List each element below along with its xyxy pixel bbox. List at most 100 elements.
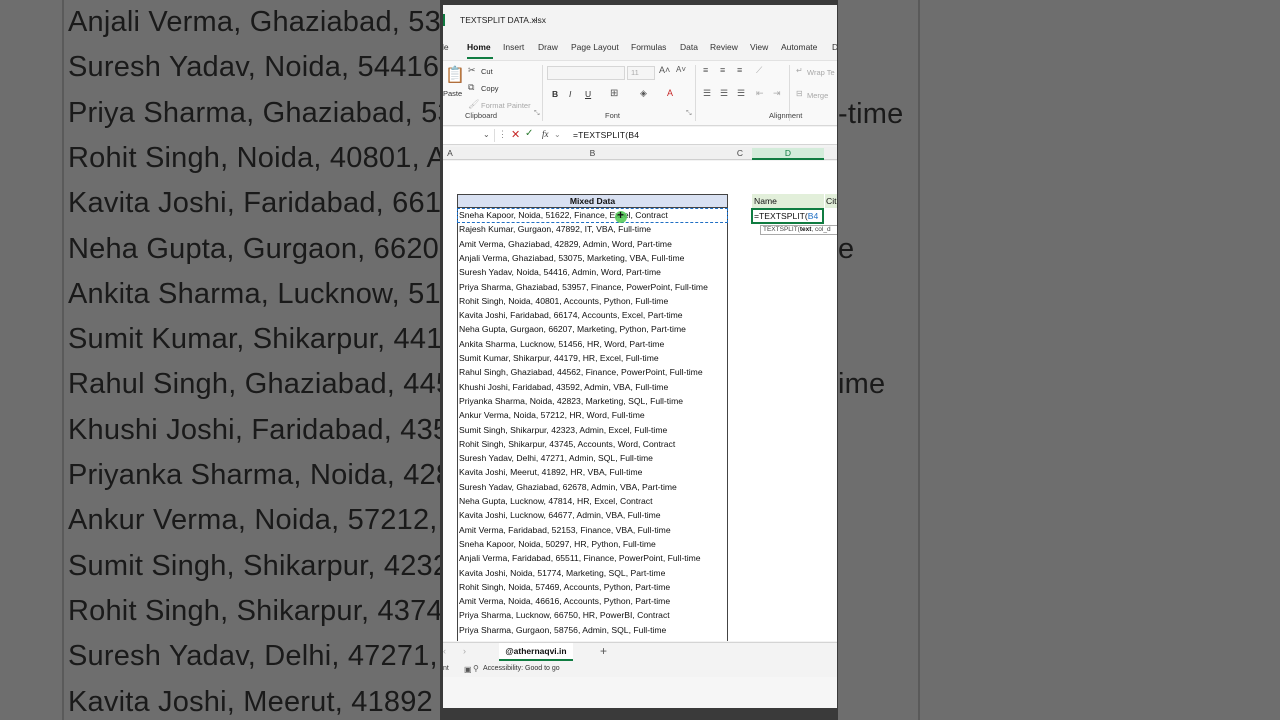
function-tooltip[interactable]: TEXTSPLIT(text, col_d [760,225,837,235]
table-cell[interactable]: Amit Verma, Ghaziabad, 42829, Admin, Wor… [457,237,728,251]
table-cell[interactable]: Rohit Singh, Shikarpur, 43745, Accounts,… [457,437,728,451]
align-middle-icon[interactable]: ≡ [720,65,725,75]
scissors-icon[interactable]: ✂ [468,65,476,76]
table-cell[interactable]: Amit Verma, Faridabad, 52153, Finance, V… [457,523,728,537]
cut-button[interactable]: Cut [481,67,493,76]
tab-page-layout[interactable]: Page Layout [571,42,619,52]
align-right-icon[interactable]: ☰ [737,88,745,99]
column-header-b[interactable]: B [457,148,728,158]
table-cell[interactable]: Kavita Joshi, Lucknow, 64677, Admin, VBA… [457,508,728,522]
table-cell[interactable]: Rohit Singh, Noida, 57469, Accounts, Pyt… [457,580,728,594]
table-header-mixed-data[interactable]: Mixed Data [457,194,728,208]
table-cell[interactable]: Priya Sharma, Ghaziabad, 53957, Finance,… [457,280,728,294]
format-painter-button[interactable]: Format Painter [481,101,531,110]
tab-home[interactable]: Home [467,42,491,52]
increase-indent-icon[interactable]: ⇥ [773,88,781,99]
formula-input[interactable]: =TEXTSPLIT(B4 [573,130,639,140]
orientation-icon[interactable]: ⟋ [756,65,762,76]
table-cell[interactable]: Ankita Sharma, Lucknow, 51456, HR, Word,… [457,337,728,351]
insert-function-icon[interactable]: fx [542,129,549,139]
fill-color-icon[interactable]: ◈ [640,88,647,99]
accessibility-status[interactable]: Accessibility: Good to go [483,665,560,672]
chevron-right-icon[interactable]: › [463,646,466,656]
tab-file[interactable]: le [443,42,449,52]
table-cell[interactable]: Rajesh Kumar, Gurgaon, 47892, IT, VBA, F… [457,222,728,236]
table-cell[interactable]: Anjali Verma, Ghaziabad, 53075, Marketin… [457,251,728,265]
chevron-down-icon[interactable]: ⌄ [483,130,490,139]
tab-insert[interactable]: Insert [503,42,524,52]
sheet-tab[interactable]: @athernaqvi.in [499,643,573,661]
wrap-text-button[interactable]: Wrap Te [807,68,835,77]
active-cell-editor[interactable]: =TEXTSPLIT(B4 [751,208,824,224]
chevron-down-icon[interactable]: ⌄ [532,14,539,23]
table-cell[interactable]: Rohit Singh, Noida, 40801, Accounts, Pyt… [457,294,728,308]
table-cell[interactable]: Sumit Kumar, Shikarpur, 44179, HR, Excel… [457,351,728,365]
align-top-icon[interactable]: ≡ [703,65,708,75]
align-center-icon[interactable]: ☰ [720,88,728,99]
macro-icon[interactable]: ▣ [464,665,472,674]
table-cell[interactable]: Suresh Yadav, Ghaziabad, 62678, Admin, V… [457,480,728,494]
font-size-box[interactable]: 11 [627,66,655,80]
table-cell[interactable]: Rahul Singh, Ghaziabad, 44562, Finance, … [457,365,728,379]
table-cell[interactable]: Priyanka Sharma, Noida, 42823, Marketing… [457,394,728,408]
table-cell[interactable]: Neha Gupta, Gurgaon, 66207, Marketing, P… [457,322,728,336]
bold-button[interactable]: B [552,89,558,99]
align-bottom-icon[interactable]: ≡ [737,65,742,75]
tab-developer[interactable]: D [832,42,837,52]
header-name[interactable]: Name [754,194,777,208]
table-cell[interactable]: Ankur Verma, Noida, 57212, HR, Word, Ful… [457,408,728,422]
cancel-icon[interactable]: ✕ [511,128,520,141]
paste-icon[interactable]: 📋 [445,65,465,85]
borders-icon[interactable]: ⊞ [610,88,618,99]
table-cell[interactable]: Suresh Yadav, Noida, 54416, Admin, Word,… [457,265,728,279]
align-left-icon[interactable]: ☰ [703,88,711,99]
table-cell[interactable]: Kavita Joshi, Faridabad, 66174, Accounts… [457,308,728,322]
underline-button[interactable]: U [585,89,591,99]
tab-review[interactable]: Review [710,42,738,52]
merge-button[interactable]: Merge [807,91,828,100]
tab-view[interactable]: View [750,42,768,52]
column-header-c[interactable]: C [728,148,752,158]
table-cell[interactable]: Kavita Joshi, Noida, 51774, Marketing, S… [457,566,728,580]
table-cell[interactable]: Khushi Joshi, Faridabad, 43592, Admin, V… [457,380,728,394]
table-cell[interactable]: Neha Gupta, Lucknow, 47814, HR, Excel, C… [457,494,728,508]
copy-button[interactable]: Copy [481,84,499,93]
tab-data[interactable]: Data [680,42,698,52]
header-city[interactable]: Cit [826,194,837,208]
add-sheet-icon[interactable]: + [600,644,607,658]
paste-button[interactable]: Paste [443,89,462,98]
chevron-down-icon[interactable]: ⌄ [554,130,561,139]
table-cell[interactable]: Amit Verma, Noida, 46616, Accounts, Pyth… [457,594,728,608]
decrease-font-icon[interactable]: A˅ [676,65,686,74]
copy-icon[interactable]: ⧉ [468,82,474,93]
decrease-indent-icon[interactable]: ⇤ [756,88,764,99]
chevron-left-icon[interactable]: ‹ [443,646,446,656]
table-cell[interactable]: Anjali Verma, Faridabad, 65511, Finance,… [457,551,728,565]
column-header-d[interactable]: D [752,148,824,160]
table-cell[interactable]: Sumit Singh, Shikarpur, 42323, Admin, Ex… [457,423,728,437]
font-name-box[interactable] [547,66,625,80]
table-cell[interactable]: Priya Sharma, Gurgaon, 58756, Admin, SQL… [457,623,728,637]
tooltip-rest: , col_d [811,226,831,233]
table-cell[interactable]: Kavita Joshi, Meerut, 41892, HR, VBA, Fu… [457,465,728,479]
table-cell[interactable]: Rohit Singh, Meerut, 55002, IT, Excel, F… [457,637,728,641]
table-cell[interactable]: Sneha Kapoor, Noida, 50297, HR, Python, … [457,537,728,551]
confirm-icon[interactable]: ✓ [525,128,533,139]
tab-draw[interactable]: Draw [538,42,558,52]
italic-button[interactable]: I [569,89,571,99]
more-options-icon[interactable]: ⋮ [498,129,507,140]
table-cell[interactable]: Suresh Yadav, Delhi, 47271, Admin, SQL, … [457,451,728,465]
accessibility-icon[interactable]: ⚲ [473,664,479,673]
tab-automate[interactable]: Automate [781,42,817,52]
tab-formulas[interactable]: Formulas [631,42,666,52]
worksheet-grid[interactable]: Mixed Data Sneha Kapoor, Noida, 51622, F… [443,161,837,641]
dialog-launcher-icon[interactable]: ⤡ [686,110,692,118]
dialog-launcher-icon[interactable]: ⤡ [534,110,540,118]
font-color-icon[interactable]: A [667,88,673,98]
table-cell[interactable]: Priya Sharma, Lucknow, 66750, HR, PowerB… [457,608,728,622]
increase-font-icon[interactable]: A˄ [659,65,670,75]
merge-icon[interactable]: ⊟ [796,89,803,98]
column-header-a[interactable]: A [443,148,457,158]
wrap-text-icon[interactable]: ↵ [796,66,803,75]
format-painter-icon[interactable]: 🖌 [468,99,479,110]
